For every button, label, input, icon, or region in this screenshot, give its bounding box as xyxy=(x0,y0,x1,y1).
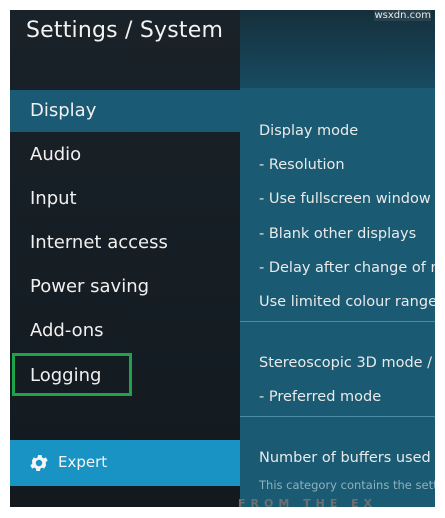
setting-resolution[interactable]: - Resolution xyxy=(259,157,345,173)
expert-label: Expert xyxy=(58,453,108,471)
sidebar-item-audio[interactable]: Audio xyxy=(10,134,240,176)
setting-preferred-mode[interactable]: - Preferred mode xyxy=(259,389,381,405)
divider xyxy=(240,416,435,417)
expert-button[interactable]: Expert xyxy=(10,440,240,486)
setting-buffers[interactable]: Number of buffers used by xyxy=(259,450,435,466)
panel-header xyxy=(240,10,435,88)
sidebar-item-add-ons[interactable]: Add-ons xyxy=(10,310,240,352)
sidebar-item-internet-access[interactable]: Internet access xyxy=(10,222,240,264)
gear-icon xyxy=(30,455,48,471)
sidebar-item-display[interactable]: Display xyxy=(10,90,240,132)
setting-colour-range[interactable]: Use limited colour range (1 xyxy=(259,294,435,310)
watermark-logo: FROM THE EX xyxy=(238,497,378,510)
sidebar-item-power-saving[interactable]: Power saving xyxy=(10,266,240,308)
setting-description: This category contains the setti xyxy=(259,478,435,492)
setting-fullscreen-window[interactable]: - Use fullscreen window xyxy=(259,191,431,207)
divider xyxy=(240,321,435,322)
settings-panel: wsxdn.com Display mode - Resolution - Us… xyxy=(240,10,435,507)
highlight-box xyxy=(12,353,132,396)
settings-window: Settings / System Display Audio Input In… xyxy=(10,10,435,507)
page-title: Settings / System xyxy=(26,18,224,43)
sidebar: Settings / System Display Audio Input In… xyxy=(10,10,240,507)
setting-stereoscopic-mode[interactable]: Stereoscopic 3D mode / Cu xyxy=(259,355,435,371)
setting-blank-displays[interactable]: - Blank other displays xyxy=(259,226,416,242)
watermark-site: wsxdn.com xyxy=(374,10,431,21)
setting-refresh-delay[interactable]: - Delay after change of refr xyxy=(259,260,435,276)
sidebar-item-input[interactable]: Input xyxy=(10,178,240,220)
setting-display-mode[interactable]: Display mode xyxy=(259,123,358,139)
